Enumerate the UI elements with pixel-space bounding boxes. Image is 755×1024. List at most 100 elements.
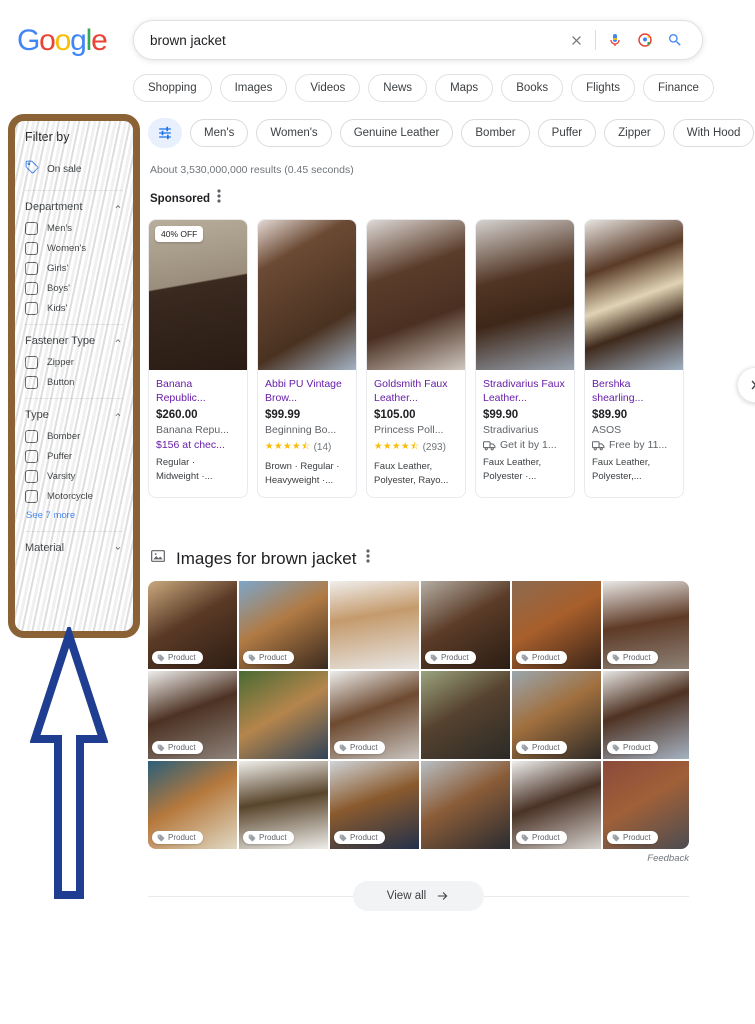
filter-chip-with-hood[interactable]: With Hood — [672, 119, 755, 147]
checkbox[interactable] — [25, 430, 38, 443]
filter-option-womens[interactable]: Women's — [25, 242, 123, 255]
product-badge-label: Product — [532, 833, 560, 842]
google-logo[interactable]: Google — [17, 26, 108, 56]
nav-tab-finance[interactable]: Finance — [643, 74, 714, 102]
filter-chip-zipper[interactable]: Zipper — [604, 119, 665, 147]
more-options-icon[interactable] — [217, 188, 221, 209]
carousel-next-button[interactable] — [737, 367, 755, 403]
product-rating: ★★★★⯪ (293) — [374, 439, 458, 455]
filter-chip-puffer[interactable]: Puffer — [537, 119, 597, 147]
nav-tab-flights[interactable]: Flights — [571, 74, 636, 102]
nav-tab-shopping[interactable]: Shopping — [133, 74, 212, 102]
product-title[interactable]: Bershka shearling... — [592, 377, 676, 405]
filter-chip-womens[interactable]: Women's — [256, 119, 332, 147]
product-title[interactable]: Banana Republic... — [156, 377, 240, 405]
product-card[interactable]: Goldsmith Faux Leather... $105.00 Prince… — [366, 219, 466, 498]
product-card[interactable]: Bershka shearling... $89.90 ASOS Free by… — [584, 219, 684, 498]
see-more-link[interactable]: See 7 more — [26, 510, 123, 521]
nav-tab-videos[interactable]: Videos — [295, 74, 361, 102]
checkbox[interactable] — [25, 242, 38, 255]
filter-chip-mens[interactable]: Men's — [190, 119, 249, 147]
image-results-grid: Product Product Product Product Product Produ… — [148, 581, 689, 849]
filter-option-bomber[interactable]: Bomber — [25, 430, 123, 443]
product-shipping: Free by 11... — [592, 439, 676, 451]
product-checkout-offer[interactable]: $156 at chec... — [156, 439, 240, 451]
image-result-cell[interactable] — [421, 761, 510, 849]
product-rating: ★★★★⯪ (14) — [265, 439, 349, 455]
image-result-cell[interactable]: Product — [148, 761, 237, 849]
google-lens-icon[interactable] — [630, 26, 660, 54]
checkbox[interactable] — [25, 262, 38, 275]
product-title[interactable]: Goldsmith Faux Leather... — [374, 377, 458, 405]
checkbox[interactable] — [25, 302, 38, 315]
search-bar[interactable] — [133, 20, 703, 60]
image-result-cell[interactable]: Product — [512, 581, 601, 669]
filter-option-mens[interactable]: Men's — [25, 222, 123, 235]
tune-filters-icon[interactable] — [148, 118, 182, 148]
nav-tab-maps[interactable]: Maps — [435, 74, 494, 102]
more-options-icon[interactable] — [366, 548, 371, 569]
image-result-cell[interactable]: Product — [603, 761, 689, 849]
filter-option-label: Puffer — [47, 451, 73, 462]
image-result-cell[interactable]: Product — [148, 581, 237, 669]
nav-tab-news[interactable]: News — [368, 74, 428, 102]
image-result-cell[interactable] — [239, 671, 328, 759]
image-result-cell[interactable]: Product — [421, 581, 510, 669]
filter-on-sale[interactable]: On sale — [25, 158, 123, 190]
filter-section-header-type[interactable]: Type — [25, 409, 123, 421]
checkbox[interactable] — [25, 356, 38, 369]
view-all-button[interactable]: View all — [352, 881, 485, 911]
checkbox[interactable] — [25, 376, 38, 389]
search-icon[interactable] — [660, 26, 690, 54]
filter-chip-genuine-leather[interactable]: Genuine Leather — [339, 119, 454, 147]
image-result-cell[interactable]: Product — [330, 671, 419, 759]
product-card[interactable]: Stradivarius Faux Leather... $99.90 Stra… — [475, 219, 575, 498]
product-image — [585, 220, 683, 370]
checkbox[interactable] — [25, 450, 38, 463]
filter-option-kids[interactable]: Kids' — [25, 302, 123, 315]
product-card[interactable]: Abbi PU Vintage Brow... $99.99 Beginning… — [257, 219, 357, 498]
filter-option-girls[interactable]: Girls' — [25, 262, 123, 275]
filter-section-header-department[interactable]: Department — [25, 201, 123, 213]
image-result-cell[interactable]: Product — [239, 581, 328, 669]
filter-option-varsity[interactable]: Varsity — [25, 470, 123, 483]
close-icon[interactable] — [561, 26, 591, 54]
nav-tab-books[interactable]: Books — [501, 74, 564, 102]
filter-option-button[interactable]: Button — [25, 376, 123, 389]
filter-section-header-fastener-type[interactable]: Fastener Type — [25, 335, 123, 347]
feedback-link[interactable]: Feedback — [148, 853, 689, 864]
filter-option-zipper[interactable]: Zipper — [25, 356, 123, 369]
filter-section-header-material[interactable]: Material — [25, 542, 123, 554]
image-result-cell[interactable] — [330, 581, 419, 669]
checkbox[interactable] — [25, 470, 38, 483]
divider — [25, 531, 123, 532]
image-result-cell[interactable]: Product — [239, 761, 328, 849]
chevron-down-icon — [115, 546, 121, 550]
product-badge-label: Product — [441, 653, 469, 662]
image-result-cell[interactable]: Product — [148, 671, 237, 759]
filter-option-puffer[interactable]: Puffer — [25, 450, 123, 463]
checkbox[interactable] — [25, 222, 38, 235]
filter-option-boys[interactable]: Boys' — [25, 282, 123, 295]
checkbox[interactable] — [25, 282, 38, 295]
image-result-cell[interactable]: Product — [512, 761, 601, 849]
image-result-cell[interactable] — [421, 671, 510, 759]
product-badge-label: Product — [168, 743, 196, 752]
filter-chip-bomber[interactable]: Bomber — [461, 119, 530, 147]
image-result-cell[interactable]: Product — [512, 671, 601, 759]
product-title[interactable]: Stradivarius Faux Leather... — [483, 377, 567, 405]
filter-option-label: Men's — [47, 223, 73, 234]
product-card[interactable]: 40% OFF Banana Republic... $260.00 Banan… — [148, 219, 248, 498]
checkbox[interactable] — [25, 490, 38, 503]
microphone-icon[interactable] — [600, 26, 630, 54]
image-result-cell[interactable]: Product — [330, 761, 419, 849]
search-input[interactable] — [134, 31, 561, 49]
product-badge-label: Product — [168, 833, 196, 842]
product-merchant: Stradivarius — [483, 424, 539, 436]
nav-tab-images[interactable]: Images — [219, 74, 288, 102]
image-result-cell[interactable]: Product — [603, 581, 689, 669]
chevron-up-icon — [115, 339, 121, 343]
filter-option-motorcycle[interactable]: Motorcycle — [25, 490, 123, 503]
product-title[interactable]: Abbi PU Vintage Brow... — [265, 377, 349, 405]
image-result-cell[interactable]: Product — [603, 671, 689, 759]
